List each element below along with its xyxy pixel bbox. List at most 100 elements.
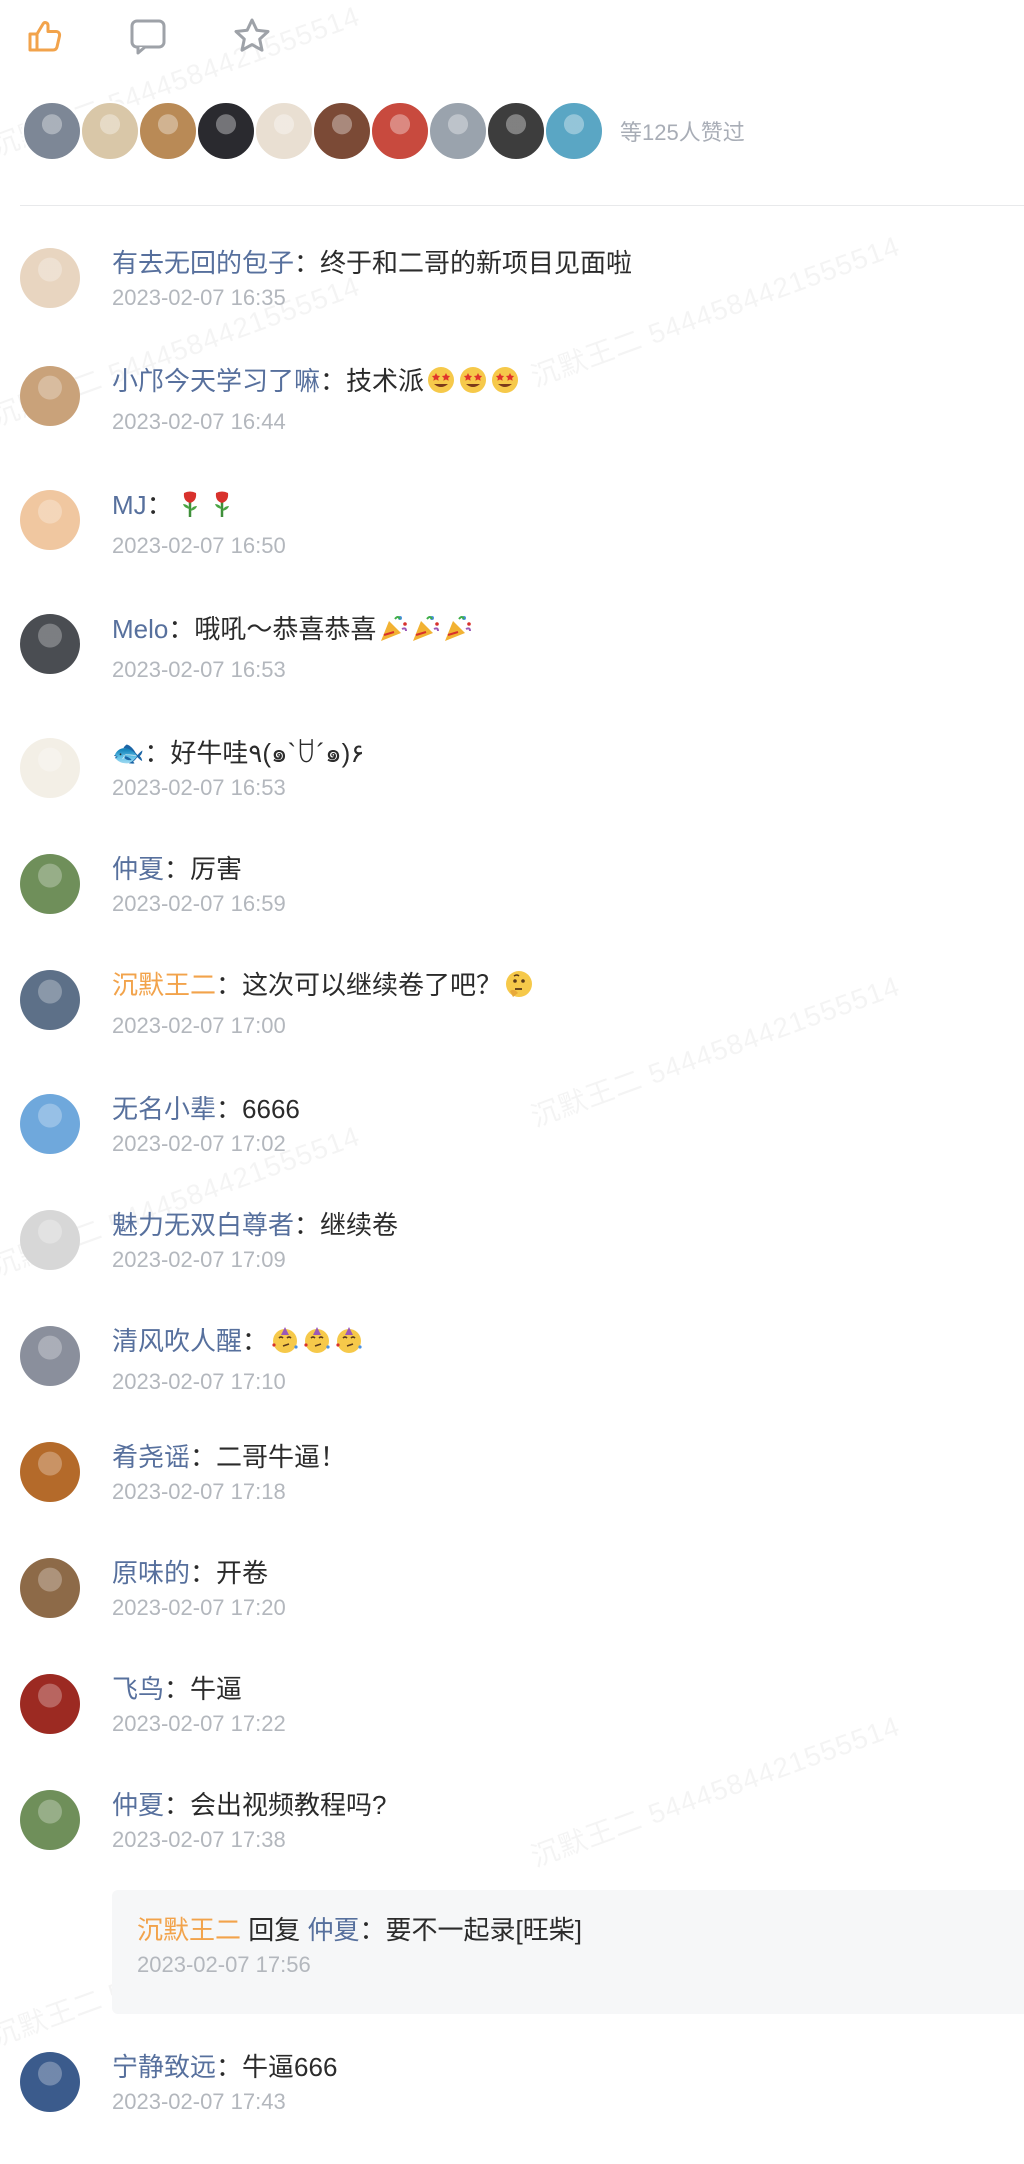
comment-text: 会出视频教程吗? bbox=[190, 1790, 387, 1820]
partying-face-emoji bbox=[304, 1327, 330, 1353]
liker-avatar[interactable] bbox=[80, 101, 140, 161]
reply-time: 2023-02-07 17:56 bbox=[137, 1952, 311, 1977]
comment-author[interactable]: 🐟 bbox=[112, 738, 144, 768]
partying-face-emoji bbox=[272, 1327, 298, 1353]
comment-text: 好牛哇٩(๑`ꇴ´๑)۶ bbox=[170, 738, 365, 768]
comment-author[interactable]: 飞鸟 bbox=[112, 1674, 164, 1704]
comment-author[interactable]: 有去无回的包子 bbox=[112, 248, 294, 278]
liker-avatar[interactable] bbox=[370, 101, 430, 161]
like-button[interactable] bbox=[22, 14, 66, 58]
party-popper-emoji bbox=[445, 616, 472, 641]
comment-avatar[interactable] bbox=[20, 614, 80, 674]
comments-page: 沉默王二 5444584421555514沉默王二 54445844215555… bbox=[0, 0, 1024, 2164]
comment-separator: ： bbox=[294, 1210, 321, 1240]
comment-author[interactable]: 小邝今天学习了嘛 bbox=[112, 366, 320, 396]
liker-avatar[interactable] bbox=[196, 101, 256, 161]
reply-word: 回复 bbox=[248, 1915, 301, 1945]
comment-separator: ： bbox=[146, 490, 173, 520]
comment-text: 技术派 bbox=[346, 366, 425, 396]
comment-line: 无名小辈：6666 bbox=[112, 1091, 1004, 1127]
comment-avatar[interactable] bbox=[20, 970, 80, 1030]
liker-avatar[interactable] bbox=[428, 101, 488, 161]
comment-author[interactable]: MJ bbox=[112, 490, 147, 520]
comment-author[interactable]: 宁静致远 bbox=[112, 2052, 216, 2082]
comment-separator: ： bbox=[242, 1326, 269, 1356]
comment-separator: ： bbox=[216, 970, 243, 1000]
comment-body: 有去无回的包子：终于和二哥的新项目见面啦 2023-02-07 16:35 bbox=[112, 245, 1004, 313]
comment-author[interactable]: 清风吹人醒 bbox=[112, 1326, 242, 1356]
liker-avatar[interactable] bbox=[138, 101, 198, 161]
comment-avatar[interactable] bbox=[20, 490, 80, 550]
comment-avatar[interactable] bbox=[20, 2052, 80, 2112]
comment-avatar[interactable] bbox=[20, 1326, 80, 1386]
comment-time: 2023-02-07 17:02 bbox=[112, 1131, 286, 1156]
comment-time: 2023-02-07 17:00 bbox=[112, 1013, 286, 1038]
comment-line: 飞鸟：牛逼 bbox=[112, 1671, 1004, 1707]
comment-body: MJ： 2023-02-07 16:50 bbox=[112, 487, 1004, 561]
comment-bubble-icon bbox=[130, 19, 166, 55]
comment-text: 二哥牛逼！ bbox=[216, 1442, 347, 1472]
comment-avatar[interactable] bbox=[20, 366, 80, 426]
comment-avatar[interactable] bbox=[20, 1210, 80, 1270]
comment-avatar[interactable] bbox=[20, 1790, 80, 1850]
party-popper-emoji bbox=[413, 616, 440, 641]
comment-author[interactable]: 原味的 bbox=[112, 1558, 190, 1588]
comment-line: 魅力无双白尊者：继续卷 bbox=[112, 1207, 1004, 1243]
action-bar bbox=[22, 14, 274, 58]
comment-body: 宁静致远：牛逼666 2023-02-07 17:43 bbox=[112, 2049, 1004, 2117]
comment-button[interactable] bbox=[126, 14, 170, 58]
comment-time: 2023-02-07 17:09 bbox=[112, 1247, 286, 1272]
comment-separator: ： bbox=[164, 854, 191, 884]
comment-line: 沉默王二：这次可以继续卷了吧？ bbox=[112, 967, 1004, 1003]
comment-text: 哦吼～恭喜恭喜 bbox=[194, 614, 377, 644]
comment-author[interactable]: 仲夏 bbox=[112, 854, 164, 884]
comment-line: Melo：哦吼～恭喜恭喜 bbox=[112, 611, 1004, 647]
comment-avatar[interactable] bbox=[20, 1094, 80, 1154]
rose-emoji bbox=[182, 491, 197, 517]
comment-avatar[interactable] bbox=[20, 1442, 80, 1502]
thumbs-up-icon bbox=[28, 21, 62, 52]
reply-author[interactable]: 沉默王二 bbox=[137, 1915, 241, 1945]
comment-time: 2023-02-07 17:10 bbox=[112, 1369, 286, 1394]
comment-text: 继续卷 bbox=[320, 1210, 399, 1240]
comment-line: 🐟：好牛哇٩(๑`ꇴ´๑)۶ bbox=[112, 735, 1004, 771]
reply-target[interactable]: 仲夏 bbox=[308, 1915, 360, 1945]
likers-count[interactable]: 等125人赞过 bbox=[620, 115, 745, 147]
reply-line: 沉默王二 回复 仲夏：要不一起录[旺柴] bbox=[137, 1912, 582, 1948]
comment-line: 仲夏：会出视频教程吗? bbox=[112, 1787, 1004, 1823]
liker-avatar[interactable] bbox=[312, 101, 372, 161]
thinking-emoji bbox=[506, 971, 533, 997]
comment-separator: ： bbox=[164, 1674, 191, 1704]
comment-author[interactable]: 肴尧谣 bbox=[112, 1442, 190, 1472]
star-icon bbox=[234, 18, 270, 52]
comment-author[interactable]: Melo bbox=[112, 614, 168, 644]
comment-avatar[interactable] bbox=[20, 854, 80, 914]
comment-separator: ： bbox=[216, 1094, 243, 1124]
comment-author[interactable]: 魅力无双白尊者 bbox=[112, 1210, 294, 1240]
comment-line: 仲夏：厉害 bbox=[112, 851, 1004, 887]
comment-avatar[interactable] bbox=[20, 248, 80, 308]
comment-time: 2023-02-07 17:38 bbox=[112, 1827, 286, 1852]
comment-body: 原味的：开卷 2023-02-07 17:20 bbox=[112, 1555, 1004, 1623]
comment-body: Melo：哦吼～恭喜恭喜 2023-02-07 16:53 bbox=[112, 611, 1004, 685]
comment-line: 小邝今天学习了嘛：技术派 bbox=[112, 363, 1004, 399]
comment-separator: ： bbox=[190, 1558, 217, 1588]
liker-avatar[interactable] bbox=[544, 101, 604, 161]
favorite-button[interactable] bbox=[230, 14, 274, 58]
comment-author[interactable]: 沉默王二 bbox=[112, 970, 216, 1000]
comment-body: 沉默王二：这次可以继续卷了吧？ 2023-02-07 17:00 bbox=[112, 967, 1004, 1041]
comment-time: 2023-02-07 16:53 bbox=[112, 657, 286, 682]
liker-avatar[interactable] bbox=[486, 101, 546, 161]
comment-avatar[interactable] bbox=[20, 738, 80, 798]
comment-avatar[interactable] bbox=[20, 1558, 80, 1618]
comment-avatar[interactable] bbox=[20, 1674, 80, 1734]
comment-separator: ： bbox=[216, 2052, 243, 2082]
comment-author[interactable]: 无名小辈 bbox=[112, 1094, 216, 1124]
comment-line: 肴尧谣：二哥牛逼！ bbox=[112, 1439, 1004, 1475]
comment-time: 2023-02-07 17:43 bbox=[112, 2089, 286, 2114]
comment-author[interactable]: 仲夏 bbox=[112, 1790, 164, 1820]
liker-avatar[interactable] bbox=[254, 101, 314, 161]
comment-separator: ： bbox=[190, 1442, 217, 1472]
comment-separator: ： bbox=[320, 366, 347, 396]
liker-avatar[interactable] bbox=[22, 101, 82, 161]
